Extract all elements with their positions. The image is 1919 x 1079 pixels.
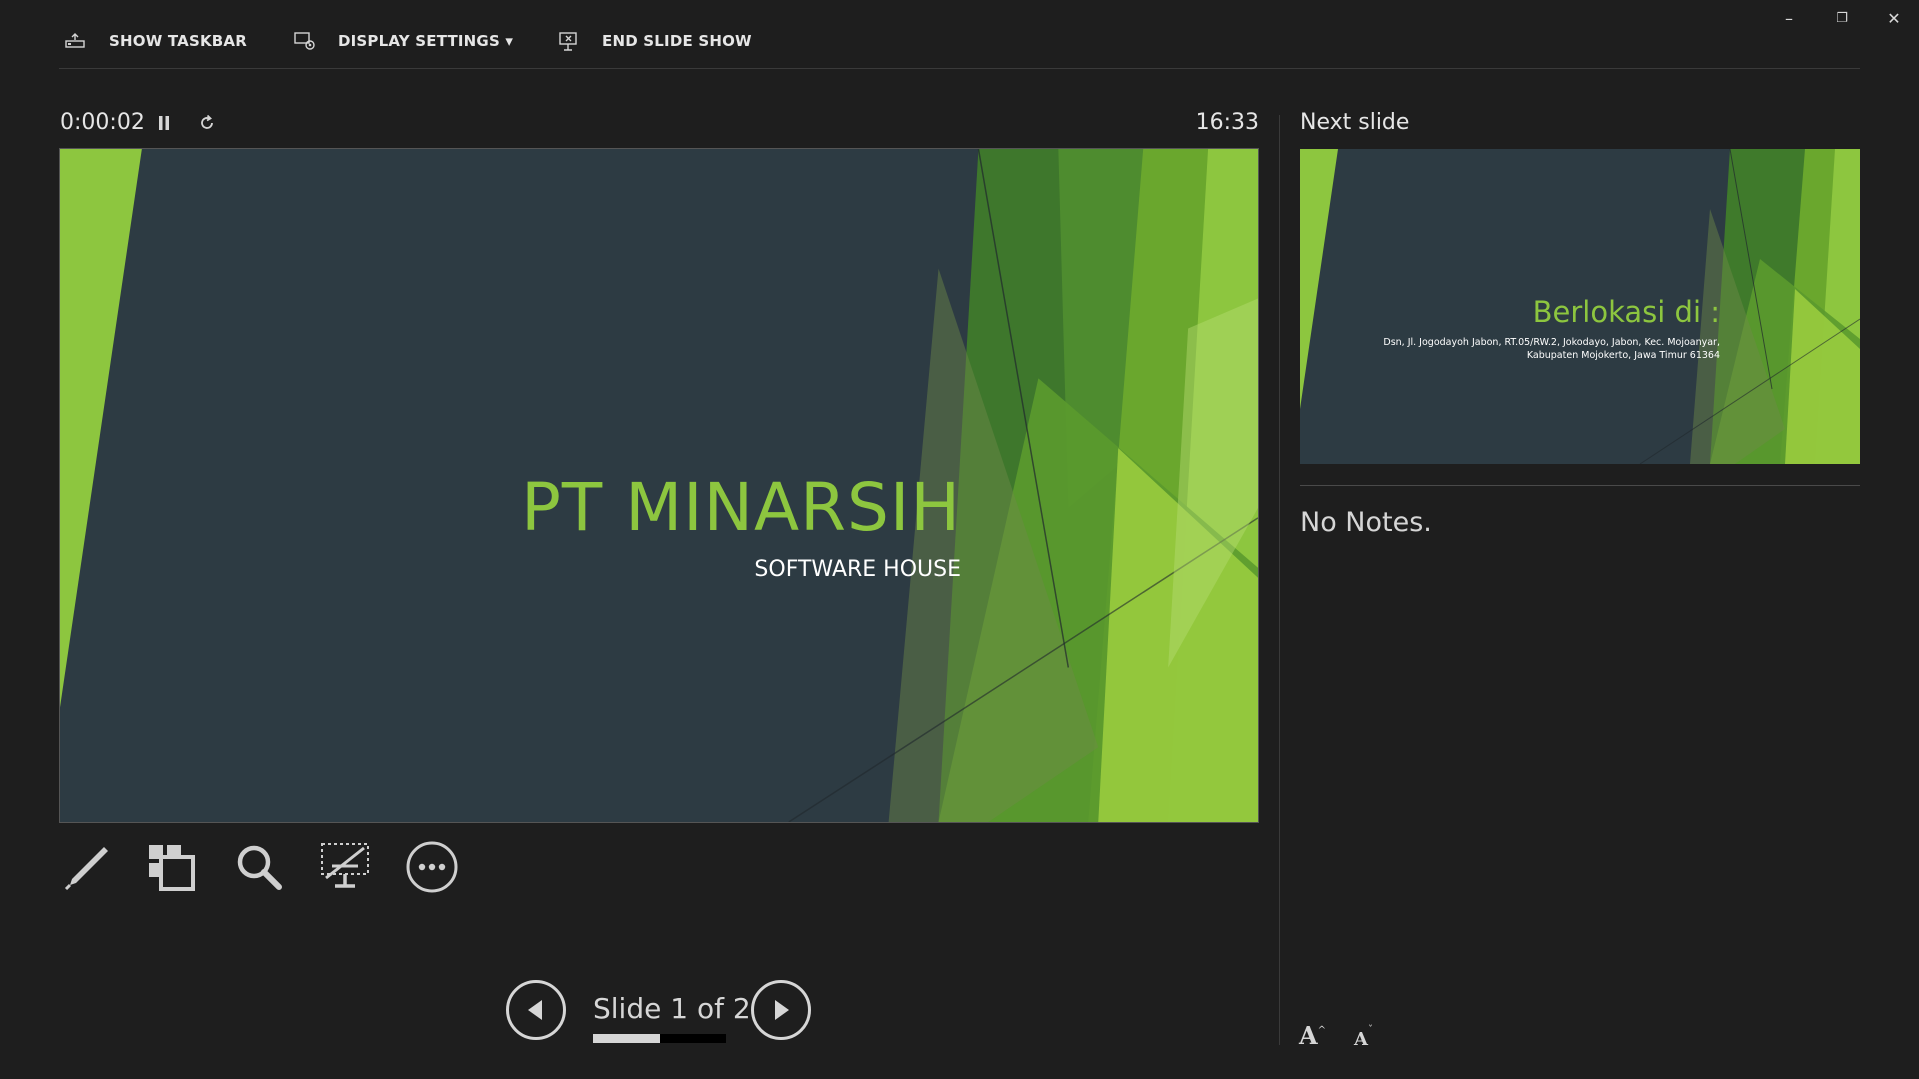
increase-font-button[interactable]: A ^ [1299,1020,1326,1050]
end-slide-show-label: END SLIDE SHOW [602,32,752,50]
more-options-icon [406,841,458,893]
taskbar-icon [61,28,89,54]
display-settings-button[interactable]: DISPLAY SETTINGS ▾ [291,28,513,54]
see-all-slides-button[interactable] [142,838,200,896]
speaker-notes[interactable]: No Notes. [1300,507,1432,538]
display-settings-icon [291,28,319,54]
next-arrow-icon [775,1000,789,1020]
current-time: 16:33 [1195,110,1259,135]
next-slide-label: Next slide [1300,110,1410,135]
previous-arrow-icon [528,1000,542,1020]
next-slide-preview[interactable]: Berlokasi di : Dsn, Jl. Jogodayoh Jabon,… [1300,149,1860,464]
current-slide[interactable]: PT MINARSIH SOFTWARE HOUSE [59,148,1259,823]
next-slide-title: Berlokasi di : [1532,295,1720,329]
slide-title: PT MINARSIH [521,469,961,546]
decrease-font-icon: A [1354,1029,1368,1050]
decrease-font-button[interactable]: A ˇ [1354,1020,1373,1050]
slide-progress-bar [593,1034,726,1043]
next-slide-button[interactable] [751,980,811,1040]
close-button[interactable]: ✕ [1874,6,1914,30]
pen-tool-button[interactable] [57,838,115,896]
restore-button[interactable]: ❐ [1822,6,1862,30]
end-show-icon [555,28,583,54]
next-slide-body-line: Kabupaten Mojokerto, Jawa Timur 61364 [1526,350,1720,361]
slide-subtitle: SOFTWARE HOUSE [754,557,961,582]
slide-progress-fill [593,1034,660,1043]
next-slide-body: Dsn, Jl. Jogodayoh Jabon, RT.05/RW.2, Jo… [1383,336,1720,362]
display-settings-label: DISPLAY SETTINGS ▾ [338,32,514,50]
decrease-caret-icon: ˇ [1367,1025,1373,1036]
restart-icon [201,114,213,129]
zoom-button[interactable] [230,838,288,896]
pause-icon [159,116,169,130]
pen-icon [64,847,108,891]
zoom-icon [237,845,282,890]
next-slide-body-line: Dsn, Jl. Jogodayoh Jabon, RT.05/RW.2, Jo… [1383,337,1720,348]
slide-counter: Slide 1 of 2 [593,992,751,1025]
black-screen-icon [321,843,369,888]
more-options-button[interactable] [403,838,461,896]
minimize-button[interactable]: – [1769,6,1809,30]
elapsed-timer: 0:00:02 [60,110,145,135]
show-taskbar-label: SHOW TASKBAR [109,32,247,50]
increase-caret-icon: ^ [1317,1025,1327,1036]
black-screen-button[interactable] [316,838,374,896]
end-slide-show-button[interactable]: END SLIDE SHOW [555,28,752,54]
pause-timer-button[interactable] [152,110,176,136]
previous-slide-button[interactable] [506,980,566,1040]
pane-divider[interactable] [1279,115,1280,1045]
notes-divider [1300,485,1860,486]
toolbar-divider [59,68,1860,69]
show-taskbar-button[interactable]: SHOW TASKBAR [61,28,247,54]
increase-font-icon: A [1299,1021,1318,1050]
see-all-slides-icon [149,845,195,891]
restart-timer-button[interactable] [195,110,219,136]
